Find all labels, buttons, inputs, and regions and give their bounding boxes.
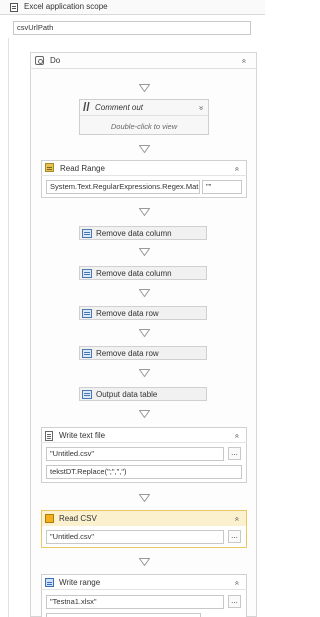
read-range-sheet-input[interactable]: "" <box>202 180 242 194</box>
flow-arrow-icon <box>139 208 150 216</box>
activity-label: Remove data row <box>96 309 159 318</box>
sequence-icon <box>35 56 44 65</box>
comment-expand-icon[interactable]: » <box>197 106 206 110</box>
activity-label: Output data table <box>96 390 158 399</box>
comment-out-title: Comment out <box>95 103 144 112</box>
do-sequence-header[interactable] <box>30 52 257 69</box>
text-file-icon <box>45 431 53 441</box>
browse-button[interactable]: ... <box>228 447 241 460</box>
flow-arrow-icon <box>139 84 150 92</box>
flow-arrow-icon <box>139 494 150 502</box>
comment-out-hint: Double-click to view <box>110 122 178 131</box>
excel-scope-icon <box>10 3 18 12</box>
browse-button[interactable]: ... <box>228 530 241 543</box>
activity-label: Remove data column <box>96 269 172 278</box>
data-table-icon <box>82 229 92 238</box>
write-range-path-input[interactable]: "Testna1.xlsx" <box>46 595 224 609</box>
flow-arrow-icon <box>139 145 150 153</box>
do-collapse-icon[interactable]: » <box>239 59 248 63</box>
flow-arrow-icon <box>139 369 150 377</box>
do-sequence-title: Do <box>50 56 61 65</box>
write-range-title: Write range <box>59 578 101 587</box>
read-range-range-input[interactable]: System.Text.RegularExpressions.Regex.Mat <box>46 180 200 194</box>
data-table-icon <box>82 349 92 358</box>
write-range-icon <box>45 578 54 587</box>
comment-icon: // <box>83 100 90 114</box>
comment-divider <box>80 115 208 116</box>
write-text-file-text-input[interactable]: tekstDT.Replace(";",",") <box>46 465 242 479</box>
data-table-icon <box>82 269 92 278</box>
read-csv-title: Read CSV <box>59 514 97 523</box>
workbook-path-input[interactable]: csvUrlPath <box>13 21 251 35</box>
data-table-icon <box>82 309 92 318</box>
read-range-icon <box>45 163 54 172</box>
read-csv-collapse-icon[interactable]: » <box>232 517 241 521</box>
flow-arrow-icon <box>139 329 150 337</box>
csv-file-icon <box>45 514 54 523</box>
write-text-file-collapse-icon[interactable]: » <box>232 434 241 438</box>
flow-arrow-icon <box>139 289 150 297</box>
data-table-icon <box>82 390 92 399</box>
write-range-range-input[interactable] <box>46 613 201 617</box>
write-text-file-title: Write text file <box>59 431 106 440</box>
flow-arrow-icon <box>139 410 150 418</box>
write-range-collapse-icon[interactable]: » <box>232 581 241 585</box>
activity-label: Remove data column <box>96 229 172 238</box>
write-text-file-path-input[interactable]: "Untitled.csv" <box>46 447 224 461</box>
excel-scope-title: Excel application scope <box>24 2 108 11</box>
read-range-title: Read Range <box>60 164 105 173</box>
flow-arrow-icon <box>139 558 150 566</box>
activity-label: Remove data row <box>96 349 159 358</box>
read-range-collapse-icon[interactable]: » <box>232 167 241 171</box>
read-csv-path-input[interactable]: "Untitled.csv" <box>46 530 224 544</box>
browse-button[interactable]: ... <box>228 595 241 608</box>
flow-arrow-icon <box>139 248 150 256</box>
